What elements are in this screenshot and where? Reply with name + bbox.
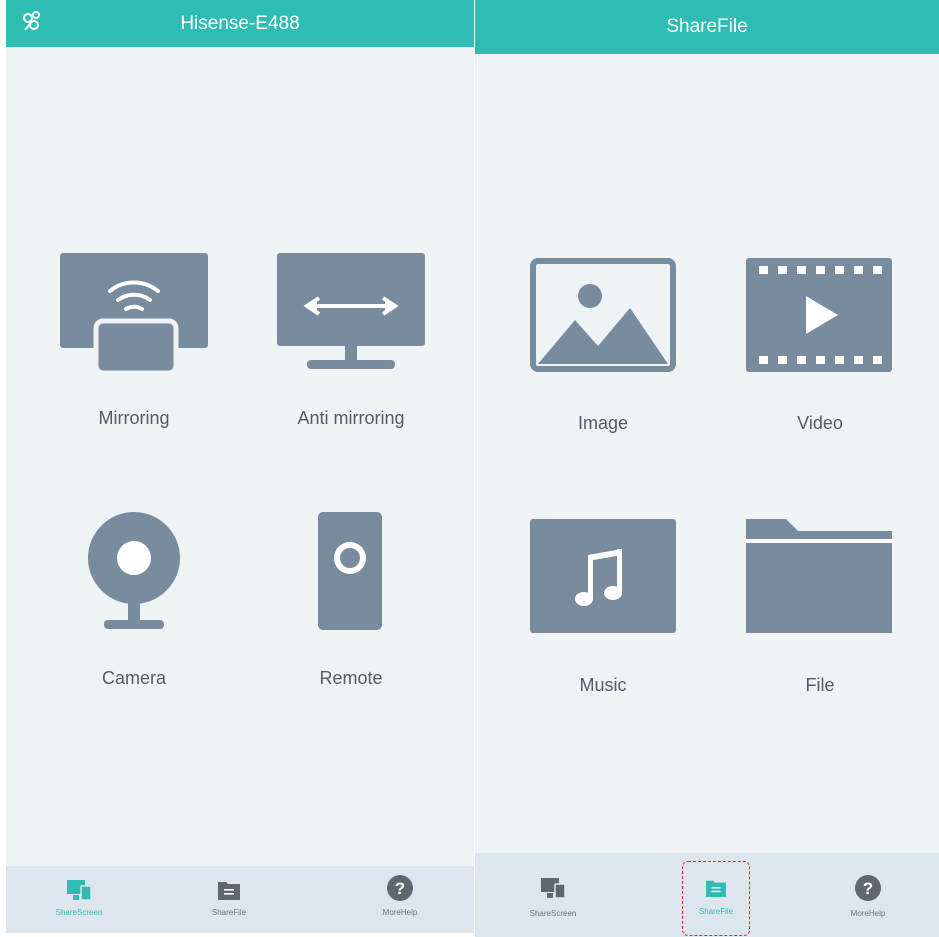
music-label: Music [579,675,627,695]
image-icon [530,258,676,372]
help-icon: ? [387,875,413,901]
share-screen-icon [67,880,91,901]
tab-label: MoreHelp [382,908,418,917]
camera-icon [88,512,180,629]
remote-label: Remote [319,668,383,688]
video-label: Video [797,413,843,433]
svg-text:?: ? [395,879,405,898]
video-tile[interactable] [746,258,892,372]
highlight-box [682,861,750,936]
top-bar: ShareFile [475,0,939,54]
file-label: File [805,675,835,695]
share-file-panel: ShareFile Image Video Music File ShareSc… [475,0,939,937]
help-icon: ? [855,875,881,901]
share-file-icon [218,882,240,900]
video-icon [746,258,892,372]
share-screen-icon [541,878,565,899]
camera-tile[interactable] [84,512,184,632]
anti-mirroring-label: Anti mirroring [297,408,405,428]
tab-label: ShareFile [211,908,247,917]
anti-mirroring-icon [277,253,425,369]
device-title: Hisense-E488 [180,12,300,34]
link-icon[interactable] [20,10,44,34]
music-icon [530,519,676,633]
tab-label: ShareScreen [529,909,577,918]
tab-share-screen[interactable]: ShareScreen [493,853,613,937]
mirroring-icon [60,253,208,373]
camera-label: Camera [101,668,167,688]
folder-icon [746,519,892,633]
tab-share-file[interactable]: ShareFile [169,866,289,933]
mirroring-label: Mirroring [98,408,170,428]
anti-mirroring-tile[interactable] [277,253,425,369]
image-label: Image [577,413,629,433]
svg-text:?: ? [863,879,873,898]
page-title: ShareFile [666,16,748,37]
tab-label: ShareScreen [55,908,103,917]
tab-more-help[interactable]: ? MoreHelp [340,866,460,933]
bottom-tab-bar: ShareScreen ShareFile ? MoreHelp [6,866,474,933]
image-tile[interactable] [530,258,676,372]
remote-icon [318,512,382,630]
music-tile[interactable] [530,519,676,633]
file-tile[interactable] [746,519,892,633]
mirroring-tile[interactable] [60,253,208,373]
top-bar: Hisense-E488 [6,0,474,47]
tab-label: MoreHelp [850,909,886,918]
tab-more-help[interactable]: ? MoreHelp [808,853,928,937]
tab-share-screen[interactable]: ShareScreen [19,866,139,933]
remote-tile[interactable] [318,512,382,630]
share-screen-panel: Hisense-E488 Mirroring Anti mirroring Ca… [6,0,474,933]
